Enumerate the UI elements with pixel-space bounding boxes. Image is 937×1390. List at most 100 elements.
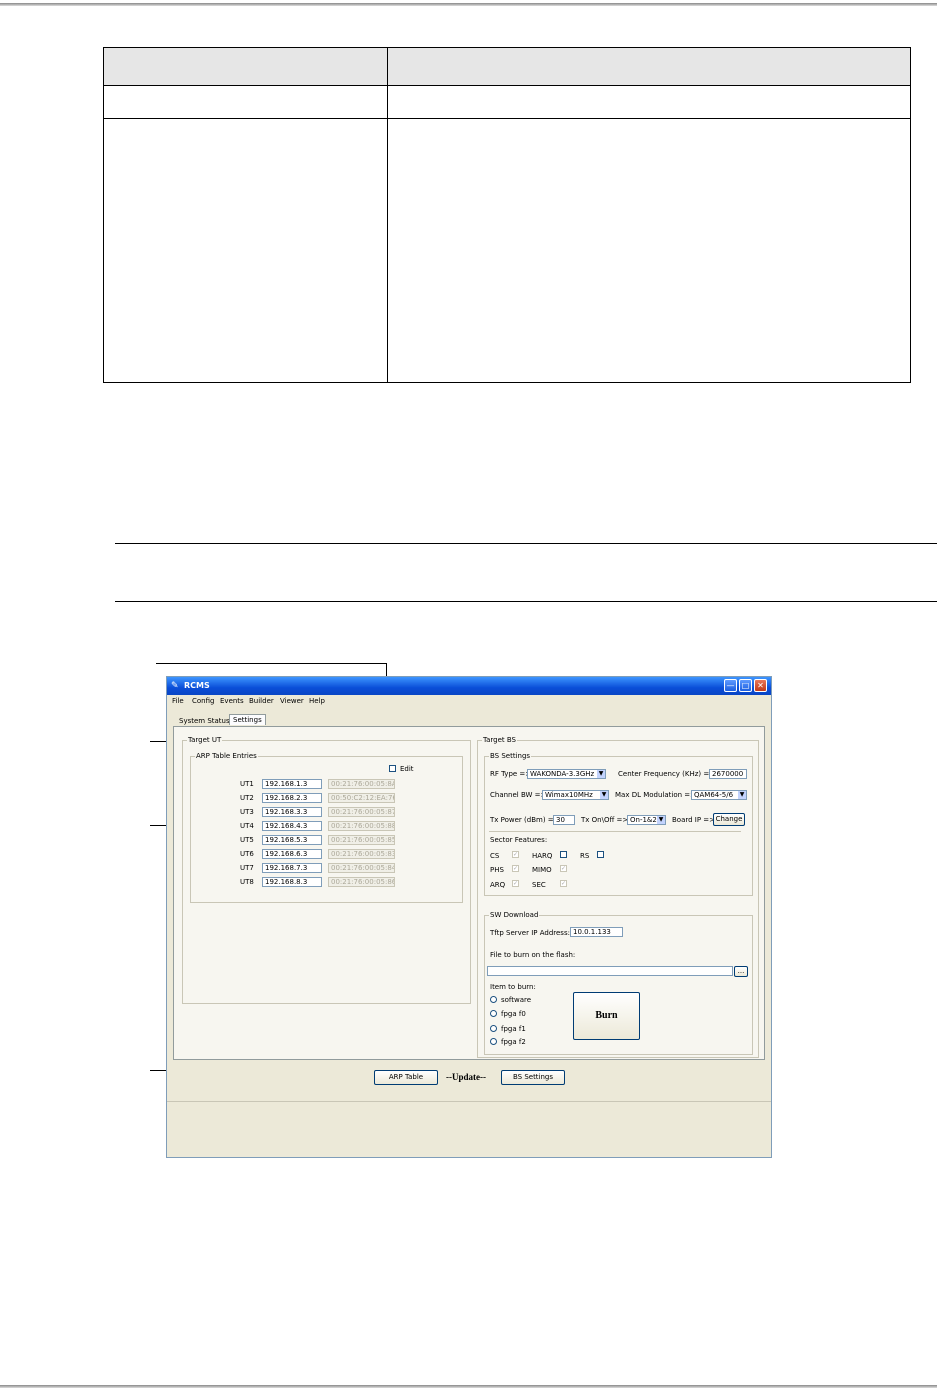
title-bar: ✎ RCMS — □ ✕: [167, 677, 771, 695]
feature-rs-label: RS: [580, 852, 590, 860]
feature-mimo-label: MIMO: [532, 866, 552, 874]
table-header-row: [104, 48, 910, 86]
feature-rs-checkbox[interactable]: [597, 851, 604, 858]
header-rule: [0, 3, 937, 6]
ut-ip-field[interactable]: 192.168.5.3: [262, 835, 322, 845]
max-dl-modulation-select[interactable]: QAM64-5/6 ▼: [691, 790, 747, 800]
menu-help[interactable]: Help: [309, 697, 325, 705]
rf-type-label: RF Type =>: [490, 770, 532, 778]
update-label: --Update--: [446, 1072, 486, 1082]
ut-mac-field: 00:21:76:00:05:84: [328, 863, 395, 873]
ut-label: UT7: [240, 864, 254, 872]
ut-ip-field[interactable]: 192.168.2.3: [262, 793, 322, 803]
feature-phs-checkbox[interactable]: ✓: [512, 865, 519, 872]
ut-mac-field: 00:21:76:00:05:88: [328, 821, 395, 831]
menu-viewer[interactable]: Viewer: [280, 697, 304, 705]
feature-cs-checkbox[interactable]: ✓: [512, 851, 519, 858]
ut-label: UT4: [240, 822, 254, 830]
ut-label: UT1: [240, 780, 254, 788]
menu-builder[interactable]: Builder: [249, 697, 274, 705]
max-dl-modulation-value: QAM64-5/6: [694, 791, 734, 799]
chevron-down-icon: ▼: [738, 791, 746, 799]
ut-ip-field[interactable]: 192.168.8.3: [262, 877, 322, 887]
edit-label: Edit: [400, 765, 414, 773]
bs-settings-button[interactable]: BS Settings: [501, 1070, 565, 1085]
bs-settings-legend: BS Settings: [489, 752, 532, 760]
tab-settings[interactable]: Settings: [229, 714, 266, 725]
chevron-down-icon: ▼: [600, 791, 608, 799]
app-icon: ✎: [171, 681, 179, 691]
ut-mac-field: 00:50:C2:12:EA:76: [328, 793, 395, 803]
ut-ip-field[interactable]: 192.168.7.3: [262, 863, 322, 873]
tx-onoff-select[interactable]: On-1&2 ▼: [627, 815, 666, 825]
ut-mac-field: 00:21:76:00:05:86: [328, 877, 395, 887]
tx-power-label: Tx Power (dBm) =>: [490, 816, 560, 824]
feature-harq-checkbox[interactable]: [560, 851, 567, 858]
radio-fpga-f0-label: fpga f0: [501, 1010, 526, 1018]
feature-harq-label: HARQ: [532, 852, 553, 860]
rf-type-select[interactable]: WAKONDA-3.3GHz ▼: [527, 769, 606, 779]
arp-table-legend: ARP Table Entries: [195, 752, 258, 760]
ut-ip-field[interactable]: 192.168.6.3: [262, 849, 322, 859]
sw-download-legend: SW Download: [489, 911, 540, 919]
radio-fpga-f2[interactable]: [490, 1038, 497, 1045]
radio-fpga-f1[interactable]: [490, 1025, 497, 1032]
arp-table-button[interactable]: ARP Table: [374, 1070, 438, 1085]
center-frequency-input[interactable]: 2670000: [709, 769, 747, 779]
menu-bar: File Config Events Builder Viewer Help: [167, 695, 771, 708]
maximize-button[interactable]: □: [739, 679, 752, 692]
browse-button[interactable]: ...: [734, 966, 748, 977]
tftp-server-input[interactable]: 10.0.1.133: [570, 927, 623, 937]
channel-bw-label: Channel BW =>: [490, 791, 547, 799]
feature-sec-checkbox[interactable]: ✓: [560, 880, 567, 887]
bs-settings-group: BS Settings RF Type => WAKONDA-3.3GHz ▼ …: [484, 752, 753, 896]
ut-label: UT5: [240, 836, 254, 844]
separator: [489, 831, 741, 832]
callout-line-edit: [156, 663, 387, 664]
tab-system-status[interactable]: System Status: [176, 716, 233, 726]
table-column-divider: [387, 48, 388, 382]
ut-label: UT6: [240, 850, 254, 858]
center-frequency-label: Center Frequency (KHz) =>: [618, 770, 716, 778]
target-bs-legend: Target BS: [482, 736, 518, 744]
tx-power-input[interactable]: 30: [553, 815, 575, 825]
radio-software-label: software: [501, 996, 532, 1004]
sector-features-label: Sector Features:: [490, 836, 548, 844]
ut-mac-field: 00:21:76:00:05:87: [328, 807, 395, 817]
channel-bw-select[interactable]: Wimax10MHz ▼: [542, 790, 609, 800]
window-title: RCMS: [184, 681, 210, 690]
ut-label: UT8: [240, 878, 254, 886]
edit-checkbox[interactable]: [389, 765, 396, 772]
ut-ip-field[interactable]: 192.168.4.3: [262, 821, 322, 831]
radio-fpga-f0[interactable]: [490, 1010, 497, 1017]
minimize-button[interactable]: —: [724, 679, 737, 692]
sw-download-group: SW Download Tftp Server IP Address: 10.0…: [484, 911, 753, 1055]
table-row-divider: [104, 118, 910, 119]
settings-panel: Target UT ARP Table Entries Edit UT1 192…: [173, 726, 765, 1060]
feature-mimo-checkbox[interactable]: ✓: [560, 865, 567, 872]
close-button[interactable]: ✕: [754, 679, 767, 692]
chevron-down-icon: ▼: [657, 816, 665, 824]
radio-software[interactable]: [490, 996, 497, 1003]
file-path-input[interactable]: [487, 966, 733, 976]
feature-cs-label: CS: [490, 852, 500, 860]
rcms-window: ✎ RCMS — □ ✕ File Config Events Builder …: [166, 676, 772, 1158]
arp-table-group: ARP Table Entries Edit UT1 192.168.1.3 0…: [190, 752, 463, 903]
burn-button[interactable]: Burn: [573, 992, 640, 1040]
footer-rule: [0, 1385, 937, 1388]
radio-fpga-f1-label: fpga f1: [501, 1025, 526, 1033]
status-bar-divider: [167, 1101, 771, 1102]
item-to-burn-label: Item to burn:: [490, 983, 536, 991]
ut-label: UT3: [240, 808, 254, 816]
ut-ip-field[interactable]: 192.168.3.3: [262, 807, 322, 817]
ut-ip-field[interactable]: 192.168.1.3: [262, 779, 322, 789]
target-ut-group: Target UT ARP Table Entries Edit UT1 192…: [182, 736, 471, 1004]
feature-sec-label: SEC: [532, 881, 546, 889]
menu-file[interactable]: File: [172, 697, 184, 705]
feature-arq-checkbox[interactable]: ✓: [512, 880, 519, 887]
board-ip-label: Board IP =>: [672, 816, 716, 824]
menu-config[interactable]: Config: [192, 697, 214, 705]
menu-events[interactable]: Events: [220, 697, 244, 705]
document-table: [103, 47, 911, 383]
change-button[interactable]: Change: [713, 813, 745, 826]
